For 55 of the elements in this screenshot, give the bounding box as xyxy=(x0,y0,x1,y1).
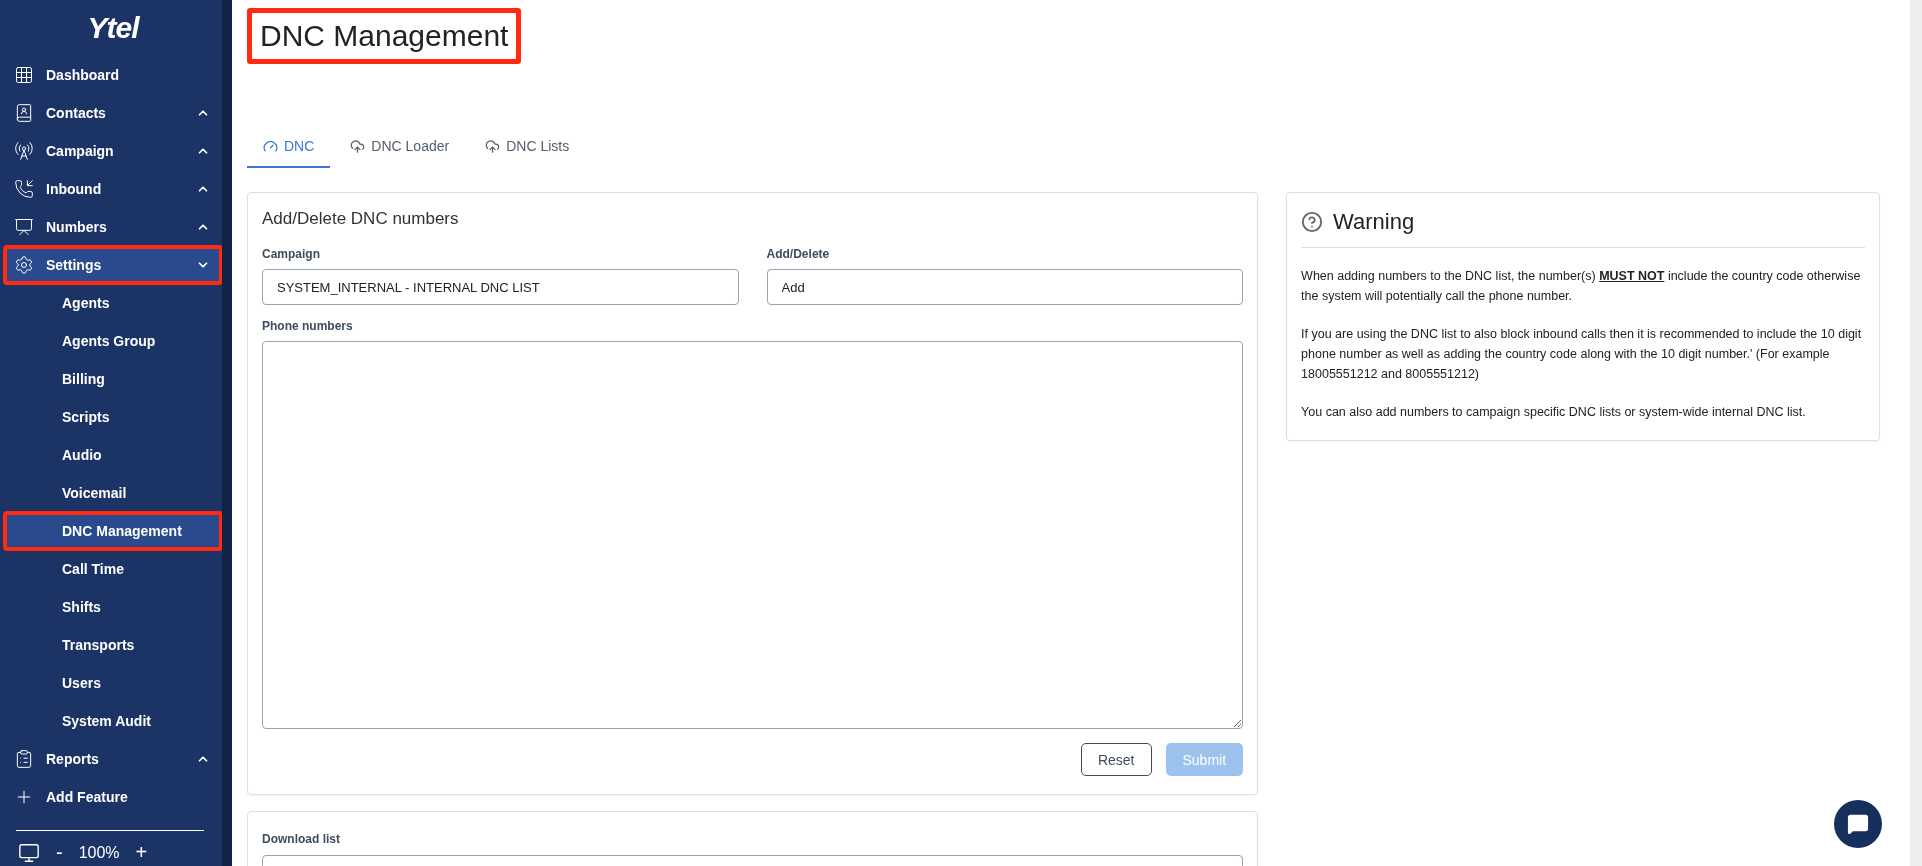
monitor-icon xyxy=(18,841,40,864)
sidebar-item[interactable]: Inbound xyxy=(4,170,222,208)
tab[interactable]: DNC Lists xyxy=(469,128,586,168)
card-title: Add/Delete DNC numbers xyxy=(262,209,460,229)
sidebar-subitem[interactable]: Call Time xyxy=(4,550,222,588)
phone-numbers-field[interactable] xyxy=(262,341,1244,729)
warning-title: Warning xyxy=(1333,209,1415,235)
field-label: Download list xyxy=(262,832,340,846)
sidebar-item[interactable]: Dashboard xyxy=(4,56,222,94)
contact-book-icon xyxy=(14,103,34,123)
chat-icon xyxy=(1847,813,1869,835)
grid-chart-icon xyxy=(14,65,34,85)
add-delete-field[interactable]: Add xyxy=(766,269,1244,305)
sidebar-subitem[interactable]: Voicemail xyxy=(4,474,222,512)
sidebar-subitem[interactable]: Transports xyxy=(4,626,222,664)
zoom-level: 100% xyxy=(78,843,120,862)
page-title: DNC Management xyxy=(247,8,522,64)
sidebar-item[interactable]: Contacts xyxy=(4,94,222,132)
sidebar-subitem[interactable]: Shifts xyxy=(4,588,222,626)
warning-text: If you are using the DNC list to also block inbound calls then it is recommended to include the 10 digit phone number as well as adding the country code along with the 10 digit number.' (For example 18005551212 and 8005551212) xyxy=(1301,326,1863,383)
form-button[interactable]: Reset xyxy=(1080,743,1152,776)
sidebar-item[interactable]: Campaign xyxy=(4,132,222,170)
sidebar-item[interactable]: Add Feature xyxy=(4,778,222,816)
zoom-out-button[interactable]: - xyxy=(56,841,63,864)
sidebar-item[interactable]: Settings xyxy=(4,246,222,284)
help-icon xyxy=(1301,211,1324,233)
logo: Ytel xyxy=(86,10,141,46)
tab[interactable]: DNC Loader xyxy=(334,128,466,168)
field-label: Phone numbers xyxy=(262,319,354,333)
sidebar-subitem[interactable]: Audio xyxy=(4,436,222,474)
tab[interactable]: DNC xyxy=(247,128,331,168)
sidebar-subitem[interactable]: Scripts xyxy=(4,398,222,436)
chat-button[interactable] xyxy=(1834,800,1882,848)
field-label: Campaign xyxy=(262,247,321,261)
sidebar-item[interactable]: Numbers xyxy=(4,208,222,246)
antenna-icon xyxy=(14,141,34,161)
sidebar-item[interactable]: Reports xyxy=(4,740,222,778)
sidebar-subitem[interactable]: Agents xyxy=(4,284,222,322)
cloud-upload-icon xyxy=(485,138,501,154)
sidebar-subitem[interactable]: Users xyxy=(4,664,222,702)
warning-text: When adding numbers to the DNC list, the number(s) MUST NOT include the country code otherwise the system will potentially call the phone number. xyxy=(1301,268,1862,305)
sidebar-subitem[interactable]: DNC Management xyxy=(4,512,222,550)
sidebar-subitem[interactable]: Billing xyxy=(4,360,222,398)
zoom-in-button[interactable]: + xyxy=(135,841,148,864)
sidebar-subitem[interactable]: System Audit xyxy=(4,702,222,740)
field-label: Add/Delete xyxy=(766,247,831,261)
cloud-upload-icon xyxy=(350,138,366,154)
campaign-field[interactable]: SYSTEM_INTERNAL - INTERNAL DNC LIST xyxy=(262,269,739,305)
settings-icon xyxy=(14,255,34,275)
sidebar-subitem[interactable]: Agents Group xyxy=(4,322,222,360)
clipboard-icon xyxy=(14,749,34,769)
phone-icon xyxy=(14,179,34,199)
presentation-board-icon xyxy=(14,217,34,237)
gauge-icon xyxy=(263,138,278,154)
warning-text: You can also add numbers to campaign specific DNC lists or system-wide internal DNC list. xyxy=(1301,404,1807,421)
